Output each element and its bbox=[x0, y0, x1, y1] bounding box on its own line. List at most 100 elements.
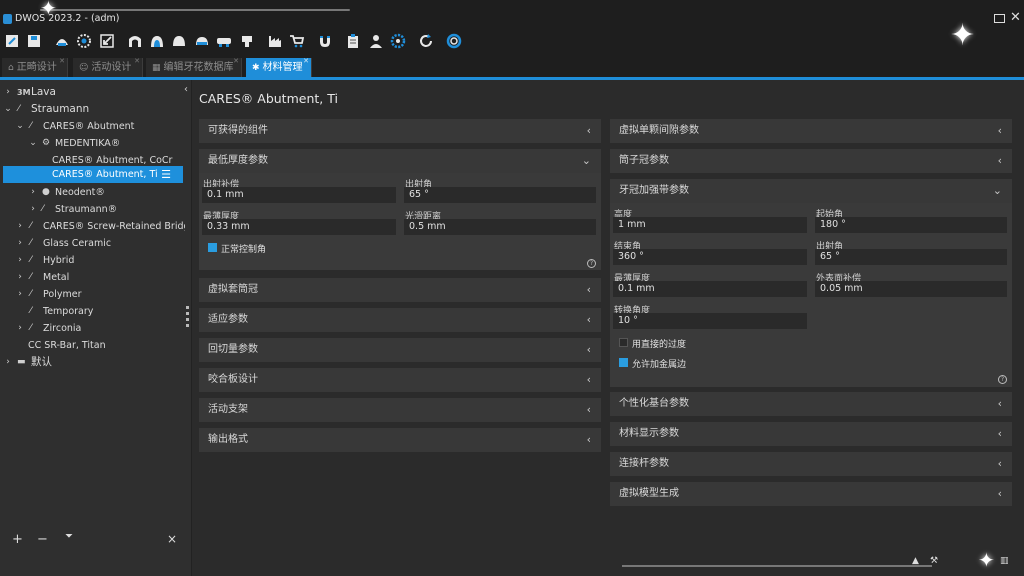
chevron-right-icon[interactable]: › bbox=[16, 218, 24, 235]
section-virtual-coping[interactable]: 虚拟套筒冠 ‹ bbox=[199, 278, 601, 302]
chevron-right-icon[interactable]: › bbox=[29, 184, 37, 201]
filter-icon[interactable]: ⏷ bbox=[65, 531, 73, 542]
section-connector-bar[interactable]: 连接杆参数 ‹ bbox=[610, 452, 1012, 476]
chevron-right-icon[interactable]: › bbox=[4, 84, 12, 101]
section-die-gap[interactable]: 虚拟单颗间隙参数 ‹ bbox=[610, 119, 1012, 143]
chevron-left-icon[interactable]: ‹ bbox=[998, 422, 1002, 446]
chevron-right-icon[interactable]: › bbox=[4, 354, 12, 371]
refresh-icon[interactable] bbox=[418, 33, 434, 49]
normal-control-angle-checkbox[interactable] bbox=[208, 243, 217, 252]
direct-transition-checkbox[interactable] bbox=[619, 338, 628, 347]
bridge-icon[interactable] bbox=[216, 33, 232, 49]
tree-item-medentika[interactable]: ⌄ ⚙ MEDENTIKA® bbox=[0, 135, 185, 152]
section-material-display[interactable]: 材料显示参数 ‹ bbox=[610, 422, 1012, 446]
chevron-right-icon[interactable]: › bbox=[16, 269, 24, 286]
section-thimble-crown[interactable]: 筒子冠参数 ‹ bbox=[610, 149, 1012, 173]
close-window-button[interactable]: ✕ bbox=[1010, 10, 1021, 25]
tree-item-cares-abutment-ti[interactable]: CARES® Abutment, Ti ☰ bbox=[3, 166, 183, 183]
tree-item-zirconia[interactable]: › ⁄ Zirconia bbox=[0, 320, 185, 337]
import-icon[interactable] bbox=[99, 33, 115, 49]
section-cutback-parameters[interactable]: 回切量参数 ‹ bbox=[199, 338, 601, 362]
tree-item-glass-ceramic[interactable]: › ⁄ Glass Ceramic bbox=[0, 235, 185, 252]
tab-orthodontic-design[interactable]: ⌂ 正畸设计 ✕ bbox=[2, 57, 68, 77]
tab-close-icon[interactable]: ✕ bbox=[303, 52, 309, 71]
tree-item-cares-screw-bridge[interactable]: › ⁄ CARES® Screw-Retained Bridg... bbox=[0, 218, 185, 235]
chevron-down-icon[interactable]: ⌄ bbox=[29, 135, 37, 152]
save-icon[interactable] bbox=[26, 33, 42, 49]
restore-window-button[interactable] bbox=[994, 14, 1005, 23]
chevron-left-icon[interactable]: ‹ bbox=[998, 149, 1002, 173]
emergence-angle-field[interactable]: 65 ° bbox=[404, 187, 596, 203]
chevron-down-icon[interactable]: ⌄ bbox=[16, 118, 24, 135]
tree-item-lava[interactable]: › 3M Lava bbox=[0, 84, 185, 101]
tab-edit-library[interactable]: ▦ 编辑牙花数据库 ✕ bbox=[146, 57, 242, 77]
help-icon[interactable]: ? bbox=[998, 375, 1007, 384]
crown-icon[interactable] bbox=[194, 33, 210, 49]
allow-metal-rim-checkbox[interactable] bbox=[619, 358, 628, 367]
chevron-left-icon[interactable]: ‹ bbox=[998, 482, 1002, 506]
transition-angle-field[interactable]: 10 ° bbox=[613, 313, 807, 329]
scan-icon[interactable] bbox=[54, 33, 70, 49]
chevron-down-icon[interactable]: ⌄ bbox=[582, 149, 591, 173]
start-angle-field[interactable]: 180 ° bbox=[815, 217, 1007, 233]
dome-icon[interactable] bbox=[171, 33, 187, 49]
wrench-icon[interactable]: ⚒ bbox=[930, 556, 938, 566]
tab-removable-design[interactable]: ☺ 活动设计 ✕ bbox=[73, 57, 143, 77]
tree-item-metal[interactable]: › ⁄ Metal bbox=[0, 269, 185, 286]
chevron-right-icon[interactable]: › bbox=[16, 286, 24, 303]
clipboard-icon[interactable] bbox=[345, 33, 361, 49]
person-icon[interactable] bbox=[368, 33, 384, 49]
section-fit-parameters[interactable]: 适应参数 ‹ bbox=[199, 308, 601, 332]
tree-item-polymer[interactable]: › ⁄ Polymer bbox=[0, 286, 185, 303]
chevron-right-icon[interactable]: › bbox=[29, 201, 37, 218]
tree-item-cc-sr-bar-titan[interactable]: CC SR-Bar, Titan bbox=[0, 337, 185, 354]
settings-icon[interactable] bbox=[390, 33, 406, 49]
factory-icon[interactable] bbox=[267, 33, 283, 49]
tree-item-cares-abutment[interactable]: ⌄ ⁄ CARES® Abutment bbox=[0, 118, 185, 135]
chevron-left-icon[interactable]: ‹ bbox=[587, 338, 591, 362]
emergence-angle-field[interactable]: 65 ° bbox=[815, 249, 1007, 265]
section-virtual-model[interactable]: 虚拟模型生成 ‹ bbox=[610, 482, 1012, 506]
chevron-down-icon[interactable]: ⌄ bbox=[4, 101, 12, 118]
magnet-icon[interactable] bbox=[317, 33, 333, 49]
clear-filter-button[interactable]: × bbox=[167, 532, 177, 546]
chevron-left-icon[interactable]: ‹ bbox=[998, 392, 1002, 416]
section-output-format[interactable]: 输出格式 ‹ bbox=[199, 428, 601, 452]
chevron-left-icon[interactable]: ‹ bbox=[587, 119, 591, 143]
tab-close-icon[interactable]: ✕ bbox=[59, 52, 65, 71]
lifebuoy-icon[interactable] bbox=[446, 33, 462, 49]
tree-item-neodent[interactable]: › ● Neodent® bbox=[0, 184, 185, 201]
smoothing-distance-field[interactable]: 0.5 mm bbox=[404, 219, 596, 235]
section-active-support[interactable]: 活动支架 ‹ bbox=[199, 398, 601, 422]
emergence-offset-field[interactable]: 0.1 mm bbox=[202, 187, 396, 203]
trash-icon[interactable]: ▥ bbox=[1000, 556, 1009, 566]
min-thickness-field[interactable]: 0.1 mm bbox=[613, 281, 807, 297]
tree-item-temporary[interactable]: ⁄ Temporary bbox=[0, 303, 185, 320]
tree-item-straumann[interactable]: ⌄ ⁄ Straumann bbox=[0, 101, 185, 118]
section-available-components[interactable]: 可获得的组件 ‹ bbox=[199, 119, 601, 143]
chevron-right-icon[interactable]: › bbox=[16, 252, 24, 269]
chevron-right-icon[interactable]: › bbox=[16, 235, 24, 252]
section-crown-reinforcement[interactable]: 牙冠加强带参数 ⌄ bbox=[610, 179, 1012, 203]
tab-close-icon[interactable]: ✕ bbox=[233, 52, 239, 71]
gear-sphere-icon[interactable] bbox=[76, 33, 92, 49]
bell-icon[interactable]: ▲ bbox=[912, 556, 919, 566]
outer-surface-offset-field[interactable]: 0.05 mm bbox=[815, 281, 1007, 297]
remove-material-button[interactable]: − bbox=[37, 532, 48, 547]
chevron-left-icon[interactable]: ‹ bbox=[998, 452, 1002, 476]
chevron-left-icon[interactable]: ‹ bbox=[998, 119, 1002, 143]
tree-item-hybrid[interactable]: › ⁄ Hybrid bbox=[0, 252, 185, 269]
chevron-left-icon[interactable]: ‹ bbox=[587, 398, 591, 422]
arch-upper-icon[interactable] bbox=[127, 33, 143, 49]
height-field[interactable]: 1 mm bbox=[613, 217, 807, 233]
tree-item-default[interactable]: › ▬ 默认 bbox=[0, 354, 185, 371]
section-min-thickness[interactable]: 最低厚度参数 ⌄ bbox=[199, 149, 601, 173]
tooth-icon[interactable] bbox=[239, 33, 255, 49]
help-icon[interactable]: ? bbox=[587, 259, 596, 268]
arch-lower-icon[interactable] bbox=[149, 33, 165, 49]
cart-icon[interactable] bbox=[289, 33, 305, 49]
end-angle-field[interactable]: 360 ° bbox=[613, 249, 807, 265]
section-custom-abutment[interactable]: 个性化基台参数 ‹ bbox=[610, 392, 1012, 416]
chevron-left-icon[interactable]: ‹ bbox=[587, 368, 591, 392]
chevron-down-icon[interactable]: ⌄ bbox=[993, 179, 1002, 203]
